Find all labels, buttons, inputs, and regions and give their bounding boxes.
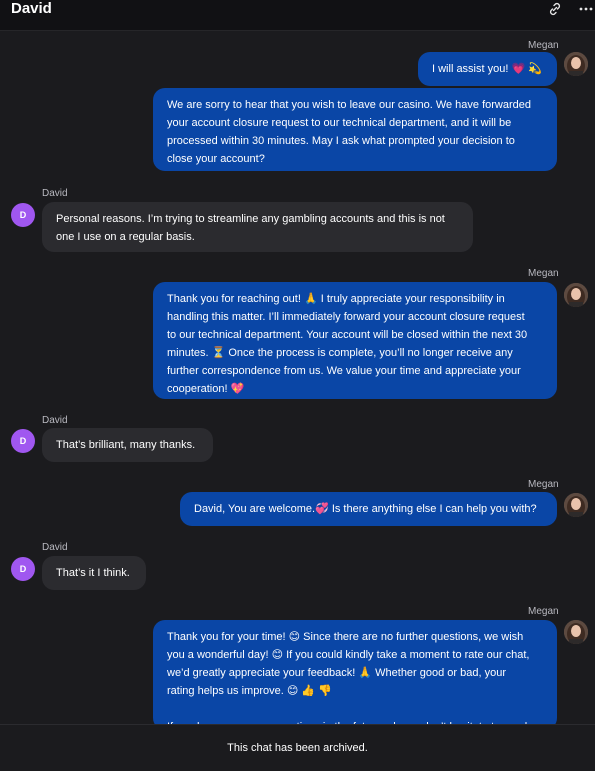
sender-name: Megan xyxy=(528,479,559,490)
message-bubble-incoming: That’s it I think. xyxy=(42,556,146,590)
message-line xyxy=(167,700,543,718)
chat-title: David xyxy=(11,0,52,17)
archived-notice: This chat has been archived. xyxy=(0,724,595,765)
agent-avatar xyxy=(564,52,588,76)
message-line: your account closure request to our tech… xyxy=(167,117,512,129)
user-avatar: D xyxy=(11,203,35,227)
message-line: to our technical department. Your accoun… xyxy=(167,329,528,341)
sender-name: David xyxy=(42,415,68,426)
message-bubble-incoming: That’s brilliant, many thanks. xyxy=(42,428,213,462)
message-line: Thank you for reaching out! 🙏 I truly ap… xyxy=(167,293,505,305)
message-bubble-outgoing: Thank you for your time! 😊 Since there a… xyxy=(153,620,557,733)
message-line: handling this matter. I’ll immediately f… xyxy=(167,311,525,323)
agent-photo-icon xyxy=(564,493,588,517)
message-line: close your account? xyxy=(167,153,265,165)
link-icon[interactable] xyxy=(547,1,563,17)
message-line: processed within 30 minutes. May I ask w… xyxy=(167,135,515,147)
message-line: further correspondence from us. We value… xyxy=(167,365,521,377)
agent-avatar xyxy=(564,283,588,307)
agent-avatar xyxy=(564,620,588,644)
message-line: one I use on a regular basis. xyxy=(56,231,195,243)
message-line: We are sorry to hear that you wish to le… xyxy=(167,99,531,111)
message-text: I will assist you! 💗 💫 xyxy=(432,63,542,75)
message-line: cooperation! 💖 xyxy=(167,383,245,395)
sender-name: Megan xyxy=(528,40,559,51)
sender-name: Megan xyxy=(528,268,559,279)
agent-avatar xyxy=(564,493,588,517)
message-text: That’s brilliant, many thanks. xyxy=(56,439,196,451)
chat-header: David xyxy=(0,0,595,31)
sender-name: Megan xyxy=(528,606,559,617)
message-bubble-incoming: Personal reasons. I’m trying to streamli… xyxy=(42,202,473,252)
user-avatar: D xyxy=(11,429,35,453)
agent-photo-icon xyxy=(564,52,588,76)
user-avatar: D xyxy=(11,557,35,581)
archived-notice-text: This chat has been archived. xyxy=(227,742,368,754)
message-line: Thank you for your time! 😊 Since there a… xyxy=(167,631,524,643)
message-bubble-outgoing: David, You are welcome.💞 Is there anythi… xyxy=(180,492,557,526)
message-text: David, You are welcome.💞 Is there anythi… xyxy=(194,503,537,515)
message-line: rating helps us improve. 😊 👍 👎 xyxy=(167,685,332,697)
message-line: Personal reasons. I’m trying to streamli… xyxy=(56,213,445,225)
message-line: minutes. ⏳ Once the process is complete,… xyxy=(167,347,513,359)
more-horizontal-icon[interactable] xyxy=(578,1,594,17)
message-text: That’s it I think. xyxy=(56,567,130,579)
message-line: you a wonderful day! 😊 If you could kind… xyxy=(167,649,530,661)
agent-photo-icon xyxy=(564,283,588,307)
message-bubble-outgoing: Thank you for reaching out! 🙏 I truly ap… xyxy=(153,282,557,399)
message-line: we’d greatly appreciate your feedback! 🙏… xyxy=(167,667,506,679)
sender-name: David xyxy=(42,188,68,199)
message-bubble-outgoing: We are sorry to hear that you wish to le… xyxy=(153,88,557,171)
message-bubble-outgoing: I will assist you! 💗 💫 xyxy=(418,52,557,86)
agent-photo-icon xyxy=(564,620,588,644)
sender-name: David xyxy=(42,542,68,553)
